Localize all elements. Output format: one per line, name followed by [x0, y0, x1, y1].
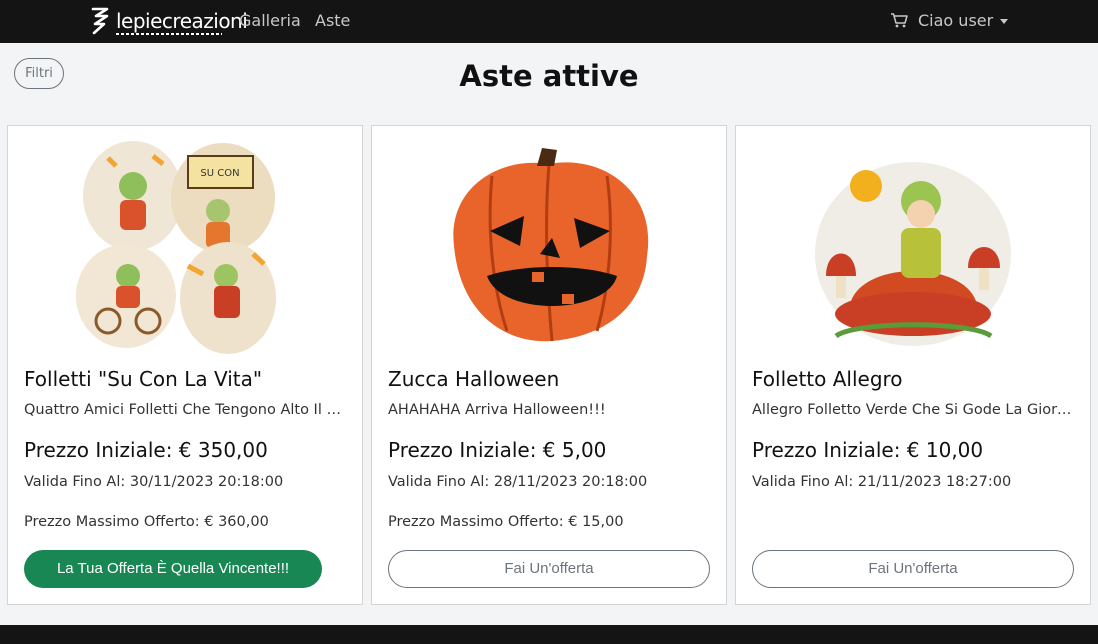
card-starting-price: Prezzo Iniziale: € 5,00	[388, 438, 607, 462]
make-offer-button[interactable]: Fai Un'offerta	[388, 550, 710, 588]
card-description: Quattro Amici Folletti Che Tengono Alto …	[24, 402, 350, 418]
card-description: AHAHAHA Arriva Halloween!!!	[388, 402, 606, 418]
nav-link-aste[interactable]: Aste	[315, 11, 350, 31]
auction-card: SU CON Folletti "Su Con La Vita" Quattro…	[7, 125, 363, 605]
chevron-down-icon	[1000, 18, 1009, 24]
auction-card: Folletto Allegro Allegro Folletto Verde …	[735, 125, 1091, 605]
nav-link-galleria[interactable]: Galleria	[239, 11, 301, 31]
brand-underline	[116, 33, 222, 35]
card-title[interactable]: Folletti "Su Con La Vita"	[24, 366, 262, 392]
winning-offer-button[interactable]: La Tua Offerta È Quella Vincente!!!	[24, 550, 322, 588]
card-valid-until: Valida Fino Al: 30/11/2023 20:18:00	[24, 474, 284, 490]
cart-icon[interactable]	[890, 12, 908, 28]
page-footer	[0, 625, 1098, 644]
brand-logo-icon	[91, 7, 109, 35]
card-max-offer: Prezzo Massimo Offerto: € 360,00	[24, 514, 269, 530]
card-starting-price: Prezzo Iniziale: € 350,00	[24, 438, 268, 462]
filter-button[interactable]: Filtri	[14, 58, 64, 89]
page-title: Aste attive	[459, 59, 639, 93]
top-navbar: lepiecreazioni Galleria Aste Ciao user	[0, 0, 1098, 43]
product-image-folletti[interactable]: SU CON	[68, 136, 302, 356]
user-menu-dropdown[interactable]: Ciao user	[918, 11, 1009, 31]
product-image-zucca[interactable]	[432, 136, 666, 356]
card-title[interactable]: Zucca Halloween	[388, 366, 559, 392]
card-valid-until: Valida Fino Al: 21/11/2023 18:27:00	[752, 474, 1012, 490]
user-menu-label: Ciao user	[918, 11, 994, 30]
brand-logo-link[interactable]: lepiecreazioni	[90, 4, 248, 38]
card-title[interactable]: Folletto Allegro	[752, 366, 903, 392]
product-image-folletto-allegro[interactable]	[796, 136, 1030, 356]
auction-card: Zucca Halloween AHAHAHA Arriva Halloween…	[371, 125, 727, 605]
card-starting-price: Prezzo Iniziale: € 10,00	[752, 438, 984, 462]
card-max-offer: Prezzo Massimo Offerto: € 15,00	[388, 514, 624, 530]
card-description: Allegro Folletto Verde Che Si Gode La Gi…	[752, 402, 1078, 418]
brand-name: lepiecreazioni	[116, 9, 248, 33]
card-valid-until: Valida Fino Al: 28/11/2023 20:18:00	[388, 474, 648, 490]
svg-text:SU CON: SU CON	[200, 168, 239, 179]
make-offer-button[interactable]: Fai Un'offerta	[752, 550, 1074, 588]
